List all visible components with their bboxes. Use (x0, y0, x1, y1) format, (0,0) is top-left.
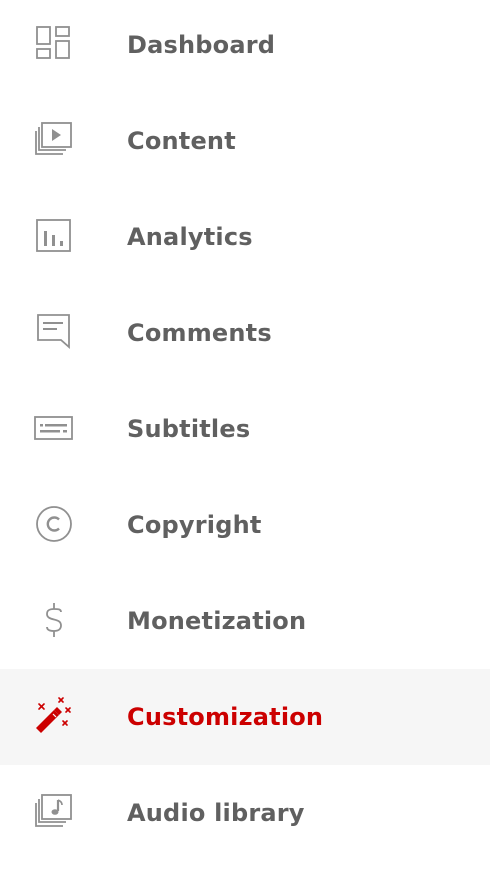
customization-icon (33, 697, 75, 737)
sidebar-item-label: Dashboard (127, 31, 276, 59)
monetization-icon (33, 601, 75, 641)
sidebar-item-dashboard[interactable]: Dashboard (0, 0, 490, 93)
sidebar-item-label: Subtitles (127, 415, 251, 443)
sidebar-item-label: Analytics (127, 223, 253, 251)
sidebar-item-label: Monetization (127, 607, 307, 635)
audio-library-icon (33, 793, 75, 833)
sidebar-item-copyright[interactable]: Copyright (0, 477, 490, 573)
sidebar-item-label: Comments (127, 319, 272, 347)
sidebar-item-audio-library[interactable]: Audio library (0, 765, 490, 861)
sidebar-item-subtitles[interactable]: Subtitles (0, 381, 490, 477)
sidebar-item-comments[interactable]: Comments (0, 285, 490, 381)
analytics-icon (33, 217, 75, 257)
sidebar-item-monetization[interactable]: Monetization (0, 573, 490, 669)
sidebar-item-content[interactable]: Content (0, 93, 490, 189)
sidebar-item-label: Copyright (127, 511, 262, 539)
sidebar-item-label: Customization (127, 703, 324, 731)
subtitles-icon (33, 409, 75, 449)
sidebar-item-customization[interactable]: Customization (0, 669, 490, 765)
sidebar-item-label: Audio library (127, 799, 305, 827)
sidebar-nav: Dashboard Content Analytics Comments Sub… (0, 0, 490, 870)
comments-icon (33, 313, 75, 353)
sidebar-item-analytics[interactable]: Analytics (0, 189, 490, 285)
dashboard-icon (33, 25, 75, 65)
content-icon (33, 121, 75, 161)
copyright-icon (33, 505, 75, 545)
sidebar-item-label: Content (127, 127, 236, 155)
